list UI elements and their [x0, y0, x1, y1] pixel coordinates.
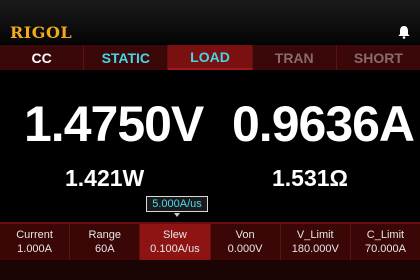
measurement-display: 1.4750V 0.9636A 1.421W 1.531Ω [0, 70, 420, 218]
bell-icon[interactable] [397, 25, 411, 39]
param-von[interactable]: Von 0.000V [211, 224, 281, 260]
param-v-limit[interactable]: V_Limit 180.000V [281, 224, 351, 260]
param-label: Range [88, 229, 121, 241]
brand-logo: RIGOL [10, 23, 73, 42]
tab-static[interactable]: STATIC [84, 45, 169, 70]
param-value: 0.000V [227, 243, 263, 255]
param-value: 60A [94, 243, 115, 255]
param-slew[interactable]: Slew 0.100A/us [140, 224, 211, 260]
tab-load[interactable]: LOAD [168, 45, 253, 70]
tab-short[interactable]: SHORT [337, 45, 420, 70]
param-current[interactable]: Current 1.000A [0, 224, 71, 260]
power-reading: 1.421W [65, 165, 145, 191]
footer-bar [0, 260, 420, 280]
param-label: C_Limit [366, 229, 405, 241]
top-bar: RIGOL [0, 0, 420, 44]
parameter-bar: Current 1.000A Range 60A Slew 0.100A/us … [0, 222, 420, 260]
param-label: Current [16, 229, 53, 241]
tab-tran[interactable]: TRAN [253, 45, 337, 70]
voltage-reading: 1.4750V [24, 96, 204, 152]
param-value: 180.000V [291, 243, 339, 255]
param-value: 70.000A [364, 243, 406, 255]
param-value: 1.000A [17, 243, 53, 255]
param-range[interactable]: Range 60A [70, 224, 141, 260]
mode-tabs: CC STATIC LOAD TRAN SHORT [0, 45, 420, 70]
param-value: 0.100A/us [150, 243, 200, 255]
edit-value: 5.000A/us [152, 198, 202, 210]
param-label: V_Limit [296, 229, 334, 241]
current-reading: 0.9636A [232, 96, 415, 152]
tab-cc[interactable]: CC [0, 45, 85, 70]
value-edit-box[interactable]: 5.000A/us [146, 196, 208, 217]
param-label: Von [235, 229, 255, 241]
param-label: Slew [163, 229, 187, 241]
caret-down-icon [174, 213, 180, 217]
resistance-reading: 1.531Ω [272, 165, 348, 191]
param-c-limit[interactable]: C_Limit 70.000A [351, 224, 420, 260]
